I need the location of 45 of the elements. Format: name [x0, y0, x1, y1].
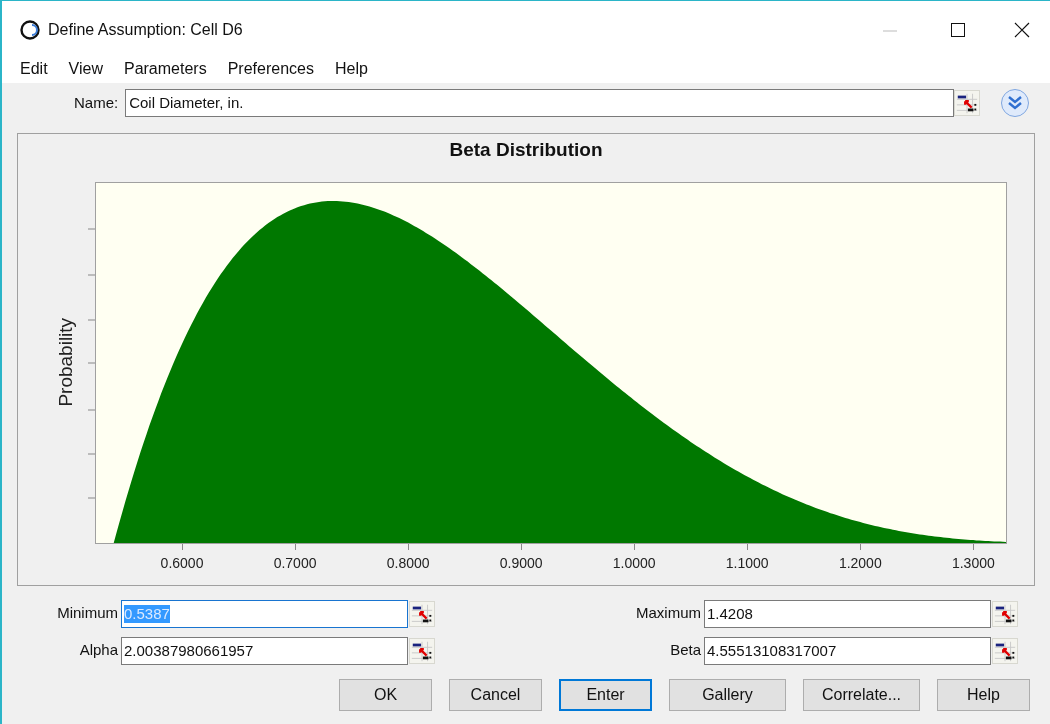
menu-item[interactable]: View: [68, 59, 103, 79]
cell-reference-icon[interactable]: [992, 637, 1018, 664]
parameter-value: 0.5387: [124, 604, 170, 623]
cell-reference-icon[interactable]: [409, 600, 435, 627]
dialog-button[interactable]: Gallery: [669, 679, 786, 711]
x-tick-label: 0.7000: [273, 555, 317, 571]
x-tick-label: 0.6000: [160, 555, 204, 571]
x-tick-label: 1.1000: [725, 555, 769, 571]
cell-reference-icon[interactable]: [409, 637, 435, 664]
dialog-button[interactable]: Help: [937, 679, 1030, 711]
close-icon[interactable]: [1014, 22, 1030, 38]
dialog-button[interactable]: Cancel: [449, 679, 542, 711]
parameter-value: 2.00387980661957: [124, 641, 254, 660]
menu-item[interactable]: Help: [334, 59, 368, 79]
maximize-icon[interactable]: [950, 22, 966, 38]
parameter-field[interactable]: 4.55513108317007: [704, 636, 991, 665]
parameter-label: Beta: [669, 640, 701, 661]
cell-reference-icon[interactable]: [954, 90, 981, 116]
name-label: Name:: [74, 92, 119, 113]
x-tick-label: 1.0000: [612, 555, 656, 571]
name-value: Coil Diameter, in.: [129, 92, 244, 113]
dialog-button[interactable]: OK: [339, 679, 432, 711]
parameter-label: Minimum: [56, 603, 118, 624]
x-tick-label: 0.8000: [386, 555, 430, 571]
parameter-label: Maximum: [635, 603, 701, 624]
parameter-label: Alpha: [78, 640, 118, 661]
dialog-button[interactable]: Correlate...: [803, 679, 920, 711]
y-axis-label: Probability: [53, 317, 77, 407]
menu-item[interactable]: Parameters: [123, 59, 207, 79]
dialog-button[interactable]: Enter: [559, 679, 652, 711]
x-tick-label: 1.2000: [838, 555, 882, 571]
window-title: Define Assumption: Cell D6: [48, 20, 243, 40]
app-logo-icon: [20, 20, 40, 40]
menu-item[interactable]: Preferences: [227, 59, 314, 79]
parameter-value: 1.4208: [707, 604, 753, 623]
chart-title: Beta Distribution: [448, 138, 604, 162]
name-field[interactable]: Coil Diameter, in.: [125, 89, 955, 117]
x-tick-label: 1.3000: [951, 555, 995, 571]
x-tick-label: 0.9000: [499, 555, 543, 571]
parameter-field[interactable]: 2.00387980661957: [121, 636, 408, 665]
cell-reference-icon[interactable]: [992, 600, 1018, 627]
parameter-value: 4.55513108317007: [707, 641, 837, 660]
menu-item[interactable]: Edit: [20, 59, 48, 79]
expand-chevron-icon[interactable]: [1000, 88, 1031, 118]
parameter-field[interactable]: 1.4208: [704, 599, 991, 628]
